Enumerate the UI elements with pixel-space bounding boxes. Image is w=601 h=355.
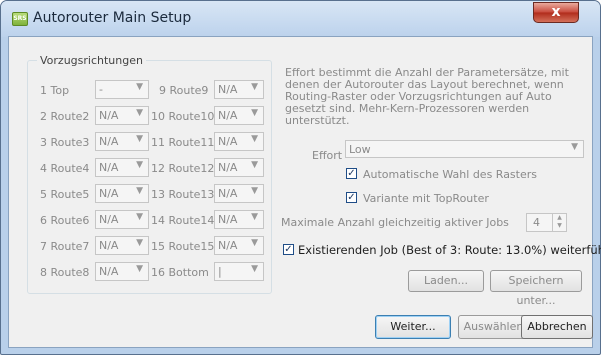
chevron-down-icon: ▼ [251, 238, 258, 248]
checkmark-icon: ✓ [347, 168, 356, 179]
save-as-button[interactable]: Speichern unter... [490, 270, 582, 307]
chevron-down-icon: ▼ [251, 160, 258, 170]
effort-label: Effort [312, 149, 343, 162]
checkmark-icon: ✓ [284, 244, 293, 255]
auto-grid-checkbox[interactable]: ✓ [346, 168, 357, 179]
spin-arrows-icon[interactable]: ▲ ▼ [552, 214, 566, 231]
toprouter-label: Variante mit TopRouter [363, 192, 489, 205]
select-button[interactable]: Auswählen [458, 315, 529, 339]
max-jobs-spinner[interactable]: 4 ▲ ▼ [526, 213, 567, 232]
layer-label-5: 5 Route5 [40, 188, 90, 201]
layer-label-1: 1 Top [40, 84, 70, 97]
layer-direction-select-10[interactable]: N/A ▼ [214, 106, 264, 125]
group-title: Vorzugsrichtungen [37, 54, 146, 67]
layer-direction-select-6[interactable]: N/A ▼ [95, 210, 149, 229]
layer-label-8: 8 Route8 [40, 266, 90, 279]
layer-label-2: 2 Route2 [40, 110, 90, 123]
effort-description: Effort bestimmt die Anzahl der Parameter… [285, 66, 569, 127]
layer-direction-select-13[interactable]: N/A ▼ [214, 184, 264, 203]
layer-direction-select-16[interactable]: | ▼ [214, 262, 264, 281]
layer-direction-select-3[interactable]: N/A ▼ [95, 132, 149, 151]
chevron-down-icon: ▼ [136, 82, 143, 92]
chevron-down-icon: ▼ [136, 160, 143, 170]
checkmark-icon: ✓ [347, 192, 356, 203]
chevron-down-icon: ▼ [136, 238, 143, 248]
auto-grid-label: Automatische Wahl des Rasters [363, 168, 538, 181]
layer-label-12: 12 Route12 [151, 162, 215, 175]
toprouter-checkbox[interactable]: ✓ [346, 192, 357, 203]
layer-label-11: 11 Route11 [151, 136, 215, 149]
continue-job-checkbox[interactable]: ✓ [283, 244, 294, 255]
chevron-down-icon: ▼ [136, 134, 143, 144]
layer-direction-select-5[interactable]: N/A ▼ [95, 184, 149, 203]
layer-direction-select-7[interactable]: N/A ▼ [95, 236, 149, 255]
chevron-down-icon: ▼ [136, 186, 143, 196]
chevron-down-icon: ▼ [251, 82, 258, 92]
layer-direction-select-1[interactable]: - ▼ [95, 80, 149, 99]
max-jobs-label: Maximale Anzahl gleichzeitig aktiver Job… [281, 216, 509, 229]
layer-direction-select-4[interactable]: N/A ▼ [95, 158, 149, 177]
chevron-down-icon: ▼ [251, 134, 258, 144]
layer-direction-select-12[interactable]: N/A ▼ [214, 158, 264, 177]
chevron-down-icon: ▼ [571, 142, 578, 152]
max-jobs-value: 4 [533, 216, 540, 229]
chevron-down-icon: ▼ [251, 264, 258, 274]
cancel-button[interactable]: Abbrechen [521, 315, 593, 339]
layer-label-16: 16 Bottom [151, 266, 209, 279]
app-icon: SRS [12, 12, 28, 26]
chevron-down-icon: ▼ [251, 212, 258, 222]
layer-direction-select-14[interactable]: N/A ▼ [214, 210, 264, 229]
close-button[interactable]: x [533, 2, 579, 23]
chevron-down-icon: ▼ [136, 264, 143, 274]
layer-label-14: 14 Route14 [151, 214, 215, 227]
chevron-down-icon: ▼ [136, 108, 143, 118]
continue-job-label: Existierenden Job (Best of 3: Route: 13.… [298, 243, 601, 257]
window-title: Autorouter Main Setup [33, 10, 192, 26]
chevron-down-icon: ▼ [251, 108, 258, 118]
load-button[interactable]: Laden... [408, 270, 484, 292]
layer-direction-select-11[interactable]: N/A ▼ [214, 132, 264, 151]
chevron-down-icon: ▼ [136, 212, 143, 222]
layer-direction-select-9[interactable]: N/A ▼ [214, 80, 264, 99]
layer-label-4: 4 Route4 [40, 162, 90, 175]
layer-label-6: 6 Route6 [40, 214, 90, 227]
layer-direction-select-2[interactable]: N/A ▼ [95, 106, 149, 125]
layer-direction-select-8[interactable]: N/A ▼ [95, 262, 149, 281]
layer-label-10: 10 Route10 [151, 110, 215, 123]
effort-select[interactable]: Low ▼ [345, 140, 584, 158]
layer-label-7: 7 Route7 [40, 240, 90, 253]
layer-label-13: 13 Route13 [151, 188, 215, 201]
chevron-down-icon: ▼ [251, 186, 258, 196]
layer-label-3: 3 Route3 [40, 136, 90, 149]
next-button[interactable]: Weiter... [375, 315, 451, 339]
layer-label-9: 9 Route9 [159, 84, 209, 97]
title-bar[interactable]: SRS Autorouter Main Setup x [1, 1, 600, 37]
layer-direction-select-15[interactable]: N/A ▼ [214, 236, 264, 255]
layer-label-15: 15 Route15 [151, 240, 215, 253]
